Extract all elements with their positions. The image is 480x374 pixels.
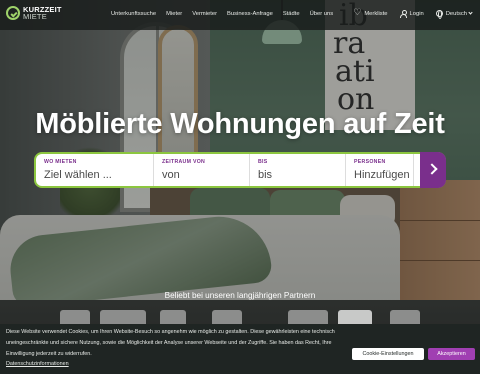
user-icon — [399, 10, 407, 18]
globe-icon — [435, 10, 443, 19]
main-nav: Unterkunftssuche Mieter Vermieter Busine… — [111, 11, 343, 17]
nav-link-unterkunftssuche[interactable]: Unterkunftssuche — [111, 11, 156, 17]
date-to-label: BIS — [258, 159, 268, 165]
merkliste-link[interactable]: Merkliste — [353, 7, 388, 18]
cookie-settings-button[interactable]: Cookie-Einstellungen — [352, 348, 424, 360]
login-label: Login — [409, 10, 424, 17]
nav-link-vermieter[interactable]: Vermieter — [192, 11, 217, 17]
logo-line-2: MIETE — [23, 12, 47, 21]
date-from-input[interactable]: von — [162, 169, 249, 181]
where-field[interactable]: WO MIETEN Ziel wählen ... — [36, 154, 154, 186]
chevron-down-icon — [468, 10, 473, 15]
logo-check-icon — [6, 6, 20, 20]
hero-title: Möblierte Wohnungen auf Zeit — [35, 108, 445, 140]
login-link[interactable]: Login — [399, 10, 424, 18]
persons-input[interactable]: Hinzufügen — [354, 169, 413, 181]
top-navbar: KURZZEIT MIETE Unterkunftssuche Mieter V… — [0, 0, 480, 30]
cookie-text: Diese Website verwendet Cookies, um Ihre… — [6, 329, 335, 357]
cookie-accept-button[interactable]: Akzeptieren — [428, 348, 475, 360]
date-from-label: ZEITRAUM VON — [162, 159, 206, 165]
logo[interactable]: KURZZEIT MIETE — [6, 6, 62, 20]
language-label: Deutsch — [445, 10, 467, 17]
search-submit-button[interactable] — [420, 152, 446, 188]
date-from-field[interactable]: ZEITRAUM VON von — [154, 154, 250, 186]
persons-label: PERSONEN — [354, 159, 386, 165]
language-selector[interactable]: Deutsch — [435, 10, 473, 19]
nav-link-ueber-uns[interactable]: Über uns — [310, 11, 334, 17]
nav-actions: Merkliste Login Deutsch — [342, 7, 473, 19]
nav-link-business-anfrage[interactable]: Business-Anfrage — [227, 11, 273, 17]
partners-heading: Beliebt bei unseren langjährigen Partner… — [164, 291, 316, 300]
nav-link-mieter[interactable]: Mieter — [166, 11, 182, 17]
search-bar: WO MIETEN Ziel wählen ... ZEITRAUM VON v… — [34, 152, 446, 188]
merkliste-label: Merkliste — [364, 10, 388, 17]
where-input[interactable]: Ziel wählen ... — [44, 169, 153, 181]
date-to-field[interactable]: BIS bis — [250, 154, 346, 186]
logo-text: KURZZEIT MIETE — [23, 6, 62, 21]
heart-icon — [353, 7, 361, 18]
date-to-input[interactable]: bis — [258, 169, 345, 181]
nav-link-staedte[interactable]: Städte — [283, 11, 300, 17]
persons-field[interactable]: PERSONEN Hinzufügen — [346, 154, 414, 186]
privacy-link[interactable]: Datenschutzinformationen — [6, 361, 69, 367]
where-label: WO MIETEN — [44, 159, 77, 165]
